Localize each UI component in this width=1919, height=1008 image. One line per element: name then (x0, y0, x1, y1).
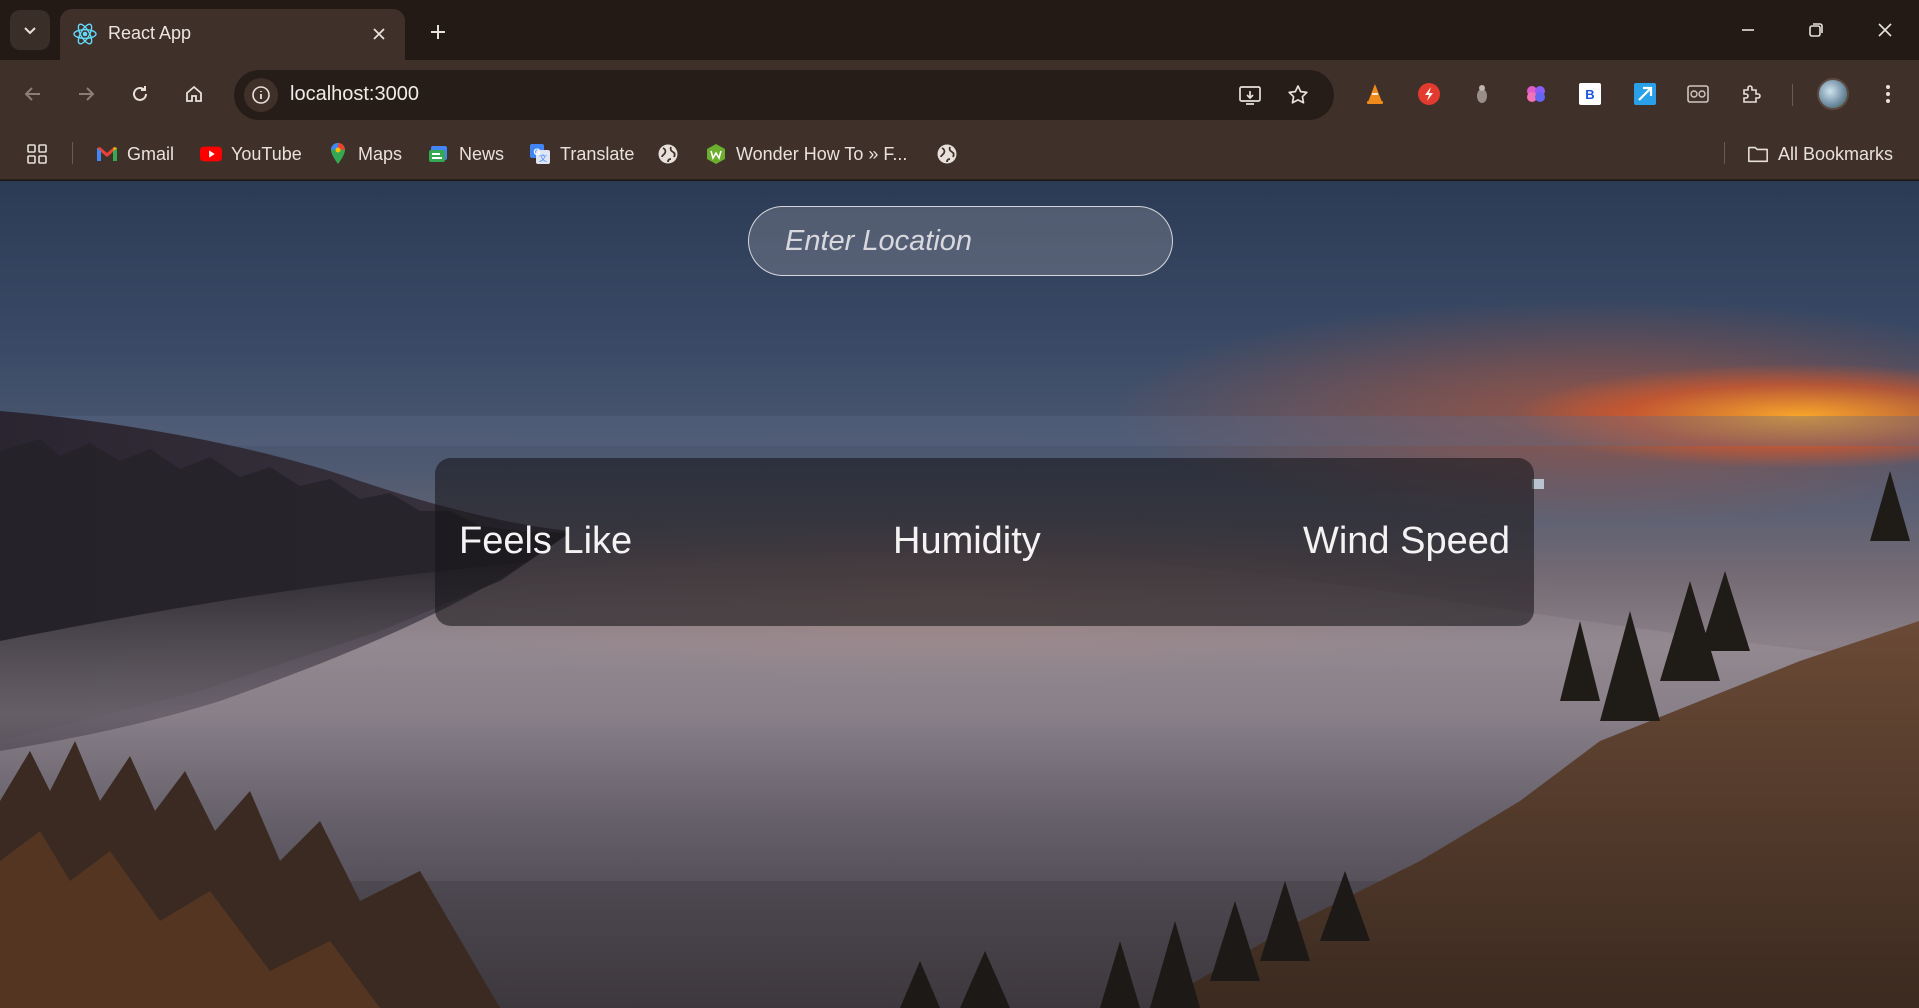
location-input[interactable] (749, 207, 1172, 275)
chevron-down-icon (24, 27, 36, 35)
arrow-left-icon (24, 87, 40, 101)
brain-extension-icon[interactable] (1519, 77, 1553, 111)
folder-icon (1747, 143, 1769, 165)
bookmark-globe-1[interactable] (657, 138, 679, 170)
bookmark-label: Translate (560, 143, 635, 164)
install-icon (1239, 86, 1261, 105)
close-icon (373, 28, 385, 40)
youtube-icon (200, 143, 222, 165)
bookmark-label: Gmail (127, 143, 175, 164)
forward-button[interactable] (67, 75, 105, 113)
puzzle-icon (1743, 85, 1761, 103)
weather-app-page: Feels Like Humidity Wind Speed (0, 181, 1919, 1008)
svg-text:文: 文 (539, 153, 547, 163)
vlc-extension-icon[interactable] (1358, 77, 1392, 111)
profile-avatar[interactable] (1817, 78, 1849, 110)
translate-icon: G文 (529, 143, 551, 165)
tab-search-button[interactable] (10, 10, 50, 50)
bookmark-youtube[interactable]: YouTube (200, 138, 302, 170)
bookmarks-divider (1724, 142, 1725, 164)
ghost-extension-icon[interactable] (1465, 77, 1499, 111)
new-tab-button[interactable] (420, 14, 456, 50)
flash-extension-icon[interactable] (1412, 77, 1446, 111)
react-icon (73, 23, 97, 45)
globe-icon (936, 143, 958, 165)
reload-icon (133, 86, 147, 101)
bookmark-globe-2[interactable] (936, 138, 958, 170)
minimize-button[interactable] (1720, 8, 1776, 52)
bookmark-label: YouTube (231, 143, 302, 164)
apps-button[interactable] (26, 138, 48, 170)
feels-like-label: Feels Like (459, 520, 633, 562)
home-button[interactable] (175, 75, 213, 113)
bookmark-label: Wonder How To » F... (736, 143, 908, 164)
all-bookmarks-button[interactable]: All Bookmarks (1747, 138, 1893, 170)
maps-pin-icon (327, 143, 349, 165)
restore-button[interactable] (1788, 8, 1844, 52)
bookmark-label: News (459, 143, 505, 164)
close-window-button[interactable] (1857, 8, 1913, 52)
tab-strip: React App (0, 0, 1919, 60)
minimize-icon (1742, 29, 1754, 31)
address-bar[interactable]: localhost:3000 (234, 70, 1334, 120)
news-icon (428, 143, 450, 165)
bookmark-translate[interactable]: G文 Translate (529, 138, 634, 170)
bookmarks-divider (72, 142, 73, 164)
home-icon (186, 85, 202, 102)
bookmark-gmail[interactable]: Gmail (96, 138, 174, 170)
gmail-icon (96, 143, 118, 165)
bookmark-label: Maps (358, 143, 403, 164)
extensions-button[interactable] (1735, 77, 1769, 111)
star-icon (1288, 85, 1308, 104)
bookmark-news[interactable]: News (428, 138, 504, 170)
url-text[interactable]: localhost:3000 (290, 83, 419, 106)
svg-text:B: B (1585, 87, 1594, 102)
browser-toolbar: localhost:3000 B (0, 60, 1919, 128)
restore-icon (1809, 23, 1823, 37)
bookmarks-bar: Gmail YouTube Maps News G文 Translate Won… (0, 128, 1919, 180)
wind-speed-label: Wind Speed (1302, 520, 1510, 562)
tab-close-button[interactable] (367, 22, 391, 46)
menu-button[interactable] (1871, 77, 1905, 111)
reader-extension-icon[interactable] (1681, 77, 1715, 111)
globe-icon (657, 143, 679, 165)
b-extension-icon[interactable]: B (1573, 77, 1607, 111)
all-bookmarks-label: All Bookmarks (1778, 143, 1894, 164)
weather-stats-card: Feels Like Humidity Wind Speed (435, 458, 1534, 626)
arrow-right-icon (79, 87, 95, 101)
back-button[interactable] (14, 75, 52, 113)
install-app-button[interactable] (1234, 79, 1266, 111)
site-info-button[interactable] (244, 78, 278, 112)
bookmark-star-button[interactable] (1282, 79, 1314, 111)
arrow-extension-icon[interactable] (1628, 77, 1662, 111)
plus-icon (431, 25, 445, 39)
reload-button[interactable] (121, 75, 159, 113)
more-vertical-icon (1886, 85, 1890, 103)
tab-title: React App (108, 23, 192, 43)
info-icon (252, 86, 270, 104)
location-search[interactable] (748, 206, 1173, 276)
active-tab[interactable]: React App (60, 9, 405, 60)
close-icon (1878, 23, 1892, 37)
humidity-label: Humidity (893, 520, 1041, 562)
toolbar-divider (1792, 84, 1793, 106)
bookmark-maps[interactable]: Maps (327, 138, 402, 170)
apps-grid-icon (26, 143, 48, 165)
bookmark-wonderhowto[interactable]: Wonder How To » F... (705, 138, 907, 170)
wonderhowto-icon (705, 143, 727, 165)
